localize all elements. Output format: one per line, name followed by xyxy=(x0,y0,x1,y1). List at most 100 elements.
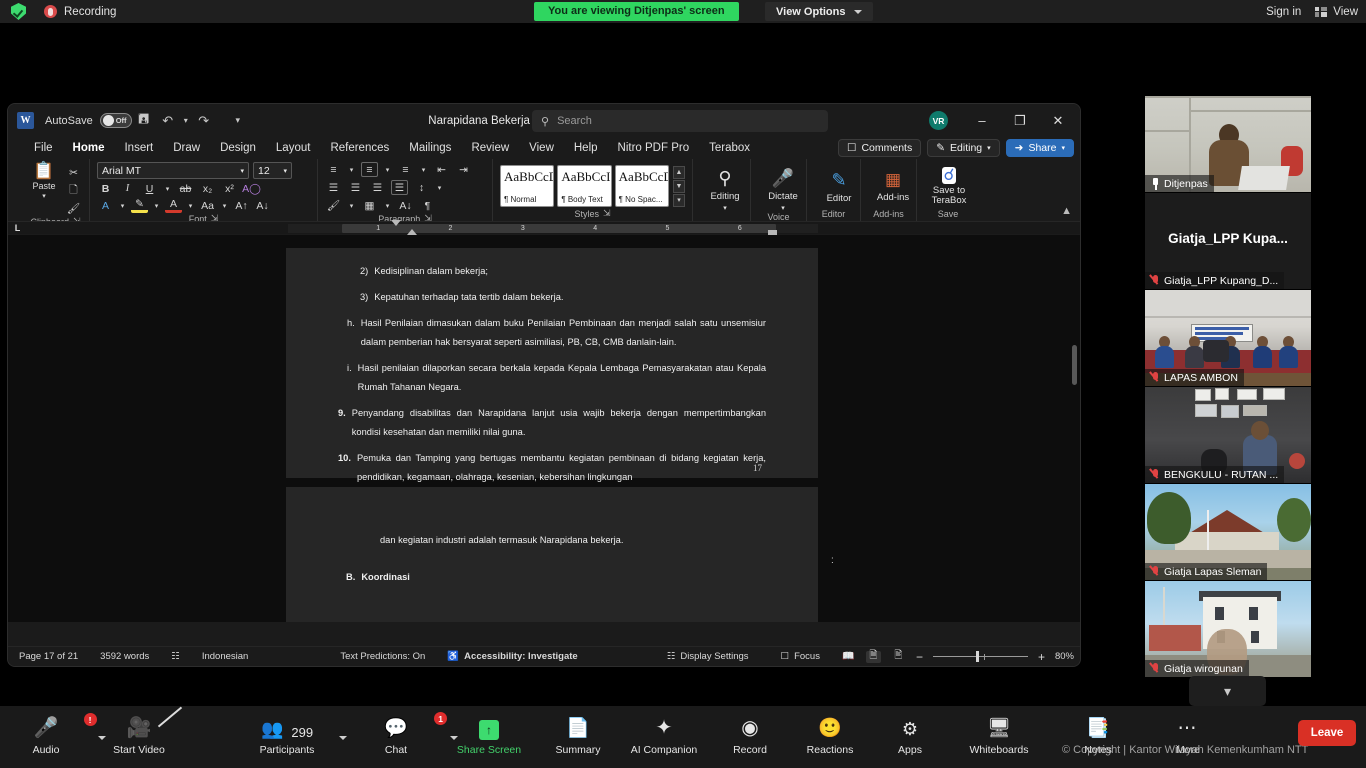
video-tile-bengkulu-rutan[interactable]: BENGKULU - RUTAN ... xyxy=(1145,387,1311,483)
font-size-selector[interactable]: 12 ▾ xyxy=(253,162,292,179)
tab-terabox[interactable]: Terabox xyxy=(699,137,760,159)
tab-nitro-pdf-pro[interactable]: Nitro PDF Pro xyxy=(608,137,700,159)
tab-stop-selector[interactable]: L xyxy=(8,223,27,233)
styles-scroll-down-icon[interactable]: ▼ xyxy=(672,179,685,193)
font-color-dropdown-icon[interactable]: ▾ xyxy=(186,198,195,213)
zoom-in-button[interactable]: + xyxy=(1038,650,1045,664)
customize-toolbar-icon[interactable]: ▾ xyxy=(226,109,250,133)
video-tile-giatja-lpp-kupang[interactable]: Giatja_LPP Kupa... Giatja_LPP Kupang_D..… xyxy=(1145,193,1311,289)
tab-mailings[interactable]: Mailings xyxy=(399,137,461,159)
document-page-17[interactable]: 2) Kedisiplinan dalam bekerja; 3) Kepatu… xyxy=(286,248,818,482)
font-name-selector[interactable]: Arial MT ▾ xyxy=(97,162,249,179)
chat-button[interactable]: 💬 1 Chat xyxy=(352,712,459,756)
multilevel-list-button[interactable]: ≡ xyxy=(397,162,414,177)
cut-icon[interactable]: ✂ xyxy=(65,165,82,180)
line-spacing-button[interactable]: ↕ xyxy=(413,180,430,195)
justify-button[interactable]: ☰ xyxy=(391,180,408,195)
print-layout-icon[interactable]: 🗎 xyxy=(865,650,881,663)
restore-button[interactable]: ❐ xyxy=(1002,107,1038,135)
word-count[interactable]: 3592 words xyxy=(89,651,160,662)
proofing-icon[interactable]: ☷ xyxy=(160,651,191,662)
start-video-button[interactable]: 🎥 Start Video xyxy=(95,706,183,756)
scroll-participants-down-button[interactable]: ▾ xyxy=(1189,676,1266,706)
participants-button[interactable]: 👥 299 Participants xyxy=(243,714,347,756)
style-normal[interactable]: AaBbCcD ¶ Normal xyxy=(500,165,555,207)
styles-scroll-controls[interactable]: ▲ ▼ ▾ xyxy=(672,165,685,207)
editor-button[interactable]: ✎ Editor xyxy=(814,162,864,204)
bold-button[interactable]: B xyxy=(97,181,114,196)
web-layout-icon[interactable]: 🖹 xyxy=(891,650,906,663)
autosave-toggle[interactable]: Off xyxy=(99,113,132,128)
styles-more-icon[interactable]: ▾ xyxy=(672,193,685,207)
decrease-indent-button[interactable]: ⇤ xyxy=(433,162,450,177)
view-options-button[interactable]: View Options xyxy=(765,2,874,21)
tab-layout[interactable]: Layout xyxy=(266,137,321,159)
minimize-button[interactable]: ‒ xyxy=(964,107,1000,135)
save-to-terabox-button[interactable]: ☌ Save to TeraBox xyxy=(924,162,974,206)
text-effects-dropdown-icon[interactable]: ▾ xyxy=(118,198,127,213)
align-left-button[interactable]: ☰ xyxy=(325,180,342,195)
styles-scroll-up-icon[interactable]: ▲ xyxy=(672,165,685,179)
search-field[interactable] xyxy=(557,115,819,127)
numbered-list-button[interactable]: ≡ xyxy=(361,162,378,177)
tab-review[interactable]: Review xyxy=(461,137,519,159)
multilevel-dropdown-icon[interactable]: ▾ xyxy=(419,162,428,177)
whiteboards-button[interactable]: 🖥 Whiteboards xyxy=(955,714,1043,756)
accessibility-status[interactable]: ♿ Accessibility: Investigate xyxy=(436,651,588,662)
align-center-button[interactable]: ☰ xyxy=(347,180,364,195)
record-button[interactable]: ◉ Record xyxy=(706,714,794,756)
dialog-launcher-icon[interactable]: ⇲ xyxy=(603,208,611,219)
document-page-18[interactable]: dan kegiatan industri adalah termasuk Na… xyxy=(286,487,818,622)
zoom-out-button[interactable]: − xyxy=(916,650,923,664)
video-tile-giatja-wirogunan[interactable]: Giatja wirogunan xyxy=(1145,581,1311,677)
borders-dropdown-icon[interactable]: ▾ xyxy=(383,198,392,213)
undo-icon[interactable]: ↶ xyxy=(156,109,180,133)
zoom-level-label[interactable]: 80% xyxy=(1055,651,1074,662)
align-right-button[interactable]: ☰ xyxy=(369,180,386,195)
bullet-list-button[interactable]: ≡ xyxy=(325,162,342,177)
change-case-button[interactable]: Aa xyxy=(199,198,216,213)
tab-draw[interactable]: Draw xyxy=(163,137,210,159)
subscript-button[interactable]: x₂ xyxy=(199,181,216,196)
increase-indent-button[interactable]: ⇥ xyxy=(455,162,472,177)
video-tile-ditjenpas[interactable]: Ditjenpas xyxy=(1145,96,1311,192)
reactions-button[interactable]: 🙂 Reactions xyxy=(786,714,874,756)
strikethrough-button[interactable]: ab xyxy=(177,181,194,196)
video-tile-lapas-ambon[interactable]: LAPAS AMBON xyxy=(1145,290,1311,386)
document-scrollbar-thumb[interactable] xyxy=(1072,345,1077,385)
copy-icon[interactable]: 🗋 xyxy=(65,183,82,198)
shading-dropdown-icon[interactable]: ▾ xyxy=(347,198,356,213)
leave-meeting-button[interactable]: Leave xyxy=(1298,720,1356,746)
page-indicator[interactable]: Page 17 of 21 xyxy=(8,651,89,662)
recording-indicator[interactable]: Recording xyxy=(44,5,116,18)
video-tile-giatja-lapas-sleman[interactable]: Giatja Lapas Sleman xyxy=(1145,484,1311,580)
apps-button[interactable]: ⚙ Apps xyxy=(866,714,954,756)
superscript-button[interactable]: x² xyxy=(221,181,238,196)
tab-help[interactable]: Help xyxy=(564,137,608,159)
tab-insert[interactable]: Insert xyxy=(114,137,163,159)
view-layout-button[interactable]: View xyxy=(1315,6,1358,18)
save-icon[interactable]: 🖪 xyxy=(132,109,156,133)
summary-button[interactable]: 📄 Summary xyxy=(534,714,622,756)
editing-mode-button[interactable]: ✎ Editing ▾ xyxy=(927,139,1000,157)
dictate-button[interactable]: 🎤 Dictate ▾ xyxy=(758,162,808,212)
sign-in-button[interactable]: Sign in xyxy=(1266,6,1301,18)
italic-button[interactable]: I xyxy=(119,181,136,196)
comments-button[interactable]: ☐ Comments xyxy=(838,139,922,157)
search-input[interactable]: ⚲ xyxy=(532,110,828,132)
underline-button[interactable]: U xyxy=(141,181,158,196)
shrink-font-button[interactable]: A↓ xyxy=(254,198,271,213)
first-line-indent-marker[interactable] xyxy=(391,220,401,226)
borders-button[interactable]: ▦ xyxy=(361,198,378,213)
font-color-button[interactable]: A xyxy=(165,198,182,213)
grow-font-button[interactable]: A↑ xyxy=(233,198,250,213)
show-formatting-marks-button[interactable]: ¶ xyxy=(419,198,436,213)
line-spacing-dropdown-icon[interactable]: ▾ xyxy=(435,180,444,195)
addins-button[interactable]: ▦ Add-ins xyxy=(868,162,918,203)
style-body-text[interactable]: AaBbCcI ¶ Body Text xyxy=(557,165,612,207)
focus-button[interactable]: ☐ Focus xyxy=(770,651,831,662)
close-button[interactable]: ✕ xyxy=(1040,107,1076,135)
shading-button[interactable]: 🖌 xyxy=(325,198,342,213)
style-no-spacing[interactable]: AaBbCcD ¶ No Spac... xyxy=(614,165,669,207)
display-settings-button[interactable]: ☷ Display Settings xyxy=(656,651,760,662)
